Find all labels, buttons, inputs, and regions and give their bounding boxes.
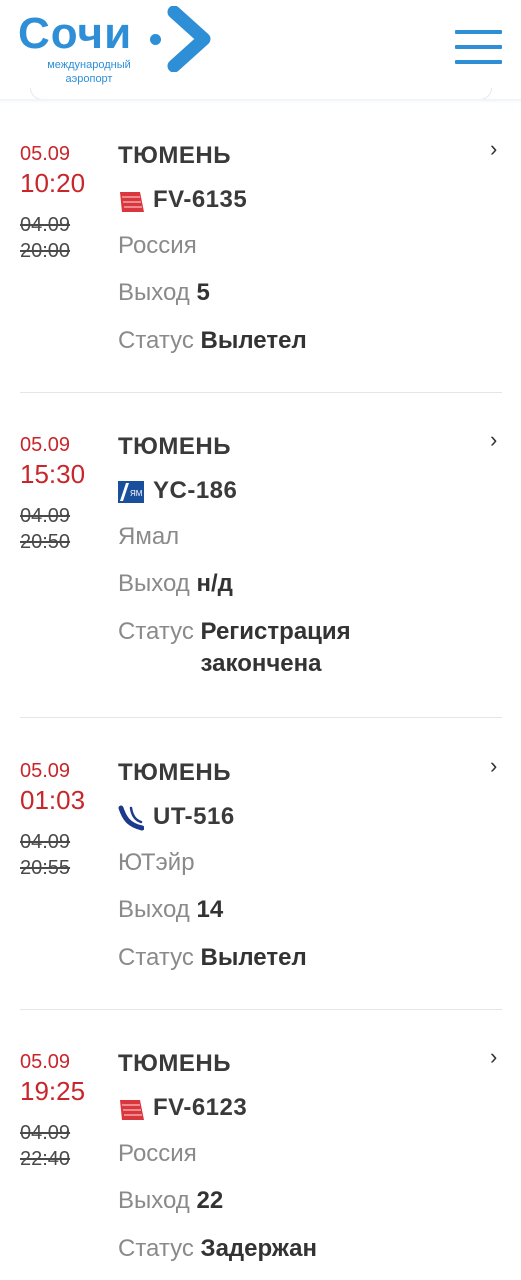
flight-old-datetime: 04.09 20:00 xyxy=(20,214,71,262)
logo-dot xyxy=(150,34,161,45)
flight-date: 05.09 xyxy=(20,1051,71,1073)
flight-date: 05.09 xyxy=(20,143,71,165)
gate-label: Выход xyxy=(118,896,190,923)
gate-info: Выход 22 xyxy=(118,1187,223,1215)
flight-old-datetime: 04.09 20:50 xyxy=(20,505,71,553)
rossiya-logo-icon xyxy=(120,1100,144,1120)
gate-info: Выход 5 xyxy=(118,279,210,307)
utair-logo-icon xyxy=(118,805,144,831)
status-info: Статус Задержан xyxy=(118,1233,401,1265)
gate-label: Выход xyxy=(118,570,190,597)
flight-city: ТЮМЕНЬ xyxy=(118,1050,231,1077)
flight-number: YC-186 xyxy=(153,477,238,504)
flight-date: 05.09 xyxy=(20,760,71,782)
gate-info: Выход 14 xyxy=(118,896,223,924)
flight-time: 01:03 xyxy=(20,785,86,815)
gate-value: 5 xyxy=(196,279,210,306)
gate-value: 22 xyxy=(196,1187,224,1214)
rossiya-logo-icon xyxy=(120,192,144,212)
flight-number: FV-6135 xyxy=(153,186,248,213)
airline-name: ЮТэйр xyxy=(118,849,195,876)
status-info: Статус Регистрация закончена xyxy=(118,616,401,680)
gate-label: Выход xyxy=(118,1187,190,1214)
header-shadow xyxy=(0,99,521,103)
flight-old-datetime: 04.09 20:55 xyxy=(20,831,71,879)
chevron-right-icon[interactable]: › xyxy=(490,429,497,451)
chevron-right-icon[interactable]: › xyxy=(490,1046,497,1068)
flight-time: 10:20 xyxy=(20,168,86,198)
status-label: Статус xyxy=(118,618,194,645)
status-value: Регистрация закончена xyxy=(200,618,351,677)
airline-name: Россия xyxy=(118,1140,197,1167)
status-value: Вылетел xyxy=(200,944,307,971)
flight-date: 05.09 xyxy=(20,434,71,456)
chevron-right-icon[interactable]: › xyxy=(490,138,497,160)
logo-wordmark: Сочи xyxy=(18,9,133,58)
airline-name: Россия xyxy=(118,232,197,259)
hamburger-menu-icon[interactable] xyxy=(455,28,502,66)
status-value: Задержан xyxy=(200,1235,318,1262)
divider xyxy=(20,717,502,718)
gate-label: Выход xyxy=(118,279,190,306)
flight-city: ТЮМЕНЬ xyxy=(118,433,231,460)
status-label: Статус xyxy=(118,1235,194,1262)
divider xyxy=(20,1009,502,1010)
status-label: Статус xyxy=(118,944,194,971)
gate-info: Выход н/д xyxy=(118,570,233,598)
gate-value: 14 xyxy=(196,896,224,923)
airline-name: Ямал xyxy=(118,523,180,550)
chevron-right-icon[interactable]: › xyxy=(490,755,497,777)
status-label: Статус xyxy=(118,327,194,354)
status-value: Вылетел xyxy=(200,327,307,354)
flight-number: UT-516 xyxy=(153,803,235,830)
status-info: Статус Вылетел xyxy=(118,325,401,357)
logo-subtitle: международный аэропорт xyxy=(47,59,131,85)
yamal-logo-icon: ЯМ xyxy=(118,481,144,503)
flight-time: 15:30 xyxy=(20,459,86,489)
sochi-airport-logo[interactable]: Сочи международный аэропорт xyxy=(18,6,218,86)
site-header: Сочи международный аэропорт xyxy=(0,0,521,100)
gate-value: н/д xyxy=(196,570,233,597)
status-info: Статус Вылетел xyxy=(118,942,401,974)
flight-city: ТЮМЕНЬ xyxy=(118,759,231,786)
flight-time: 19:25 xyxy=(20,1076,86,1106)
flight-old-datetime: 04.09 22:40 xyxy=(20,1122,71,1170)
svg-text:ЯМ: ЯМ xyxy=(130,489,143,498)
flight-city: ТЮМЕНЬ xyxy=(118,142,231,169)
divider xyxy=(20,392,502,393)
logo-chevron-icon xyxy=(167,6,211,72)
flight-number: FV-6123 xyxy=(153,1094,248,1121)
